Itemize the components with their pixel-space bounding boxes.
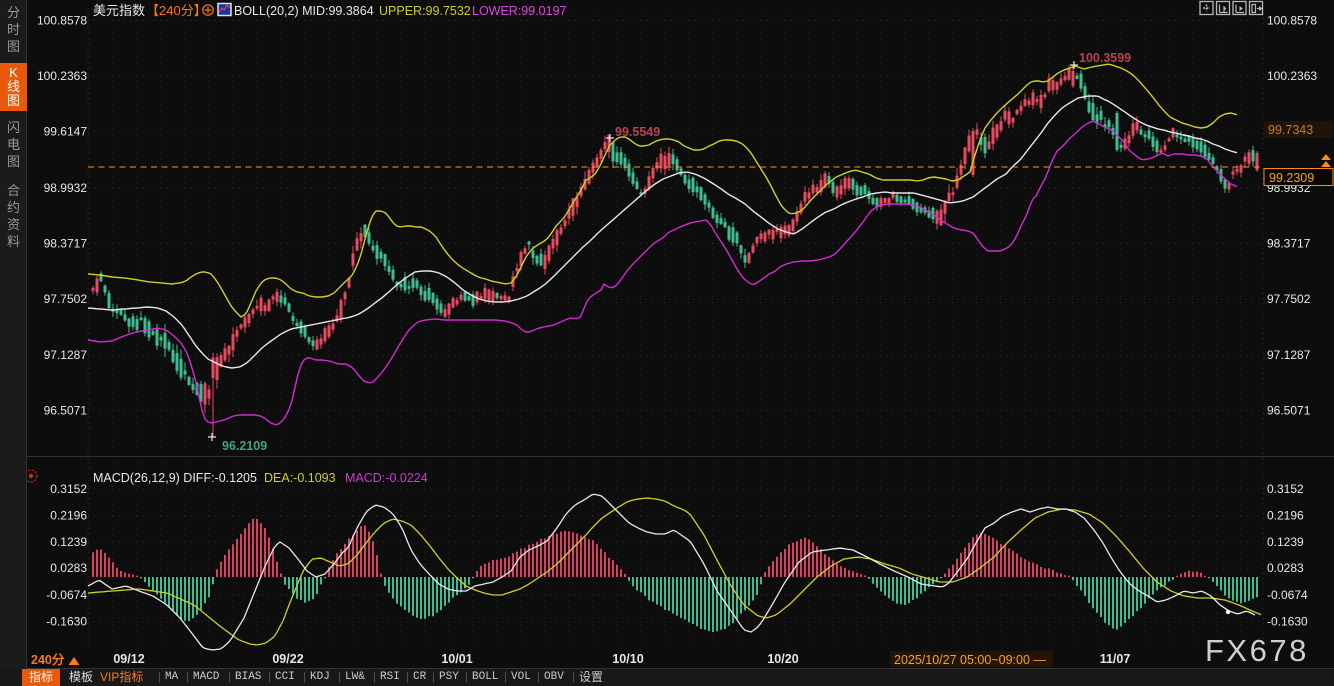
svg-text:10/01: 10/01 [441,652,472,666]
svg-text:100.2363: 100.2363 [1267,69,1317,83]
svg-text:-0.1630: -0.1630 [46,615,87,629]
svg-text:11/07: 11/07 [1100,652,1131,666]
svg-text:10/10: 10/10 [612,652,643,666]
svg-text:LOWER:99.0197: LOWER:99.0197 [472,4,567,18]
svg-text:0.2196: 0.2196 [50,509,87,523]
svg-text:96.2109: 96.2109 [222,439,267,453]
svg-text:100.2363: 100.2363 [37,69,87,83]
svg-text:0.1239: 0.1239 [1267,535,1304,549]
svg-text:96.5071: 96.5071 [1267,404,1311,418]
svg-text:0.1239: 0.1239 [50,535,87,549]
svg-text:98.3717: 98.3717 [1267,237,1311,251]
svg-text:100.8578: 100.8578 [37,14,87,28]
svg-text:-0.0674: -0.0674 [46,588,87,602]
svg-text:99.7343: 99.7343 [1268,123,1313,137]
svg-text:240分: 240分 [31,652,65,667]
svg-text:MACD:-0.0224: MACD:-0.0224 [345,471,428,485]
svg-text:-0.0674: -0.0674 [1267,588,1308,602]
svg-text:BOLL(20,2) MID:99.3864: BOLL(20,2) MID:99.3864 [234,4,374,18]
svg-text:10/20: 10/20 [767,652,798,666]
svg-text:98.3717: 98.3717 [44,237,88,251]
svg-text:美元指数: 美元指数 [93,3,145,18]
svg-text:09/22: 09/22 [272,652,303,666]
svg-text:-0.1630: -0.1630 [1267,615,1308,629]
svg-text:100.3599: 100.3599 [1079,51,1131,65]
svg-text:DEA:-0.1093: DEA:-0.1093 [264,471,336,485]
svg-text:97.1287: 97.1287 [1267,348,1311,362]
svg-text:UPPER:99.7532: UPPER:99.7532 [379,4,471,18]
svg-text:0.3152: 0.3152 [50,482,87,496]
svg-text:09/12: 09/12 [113,652,144,666]
svg-text:FX678: FX678 [1205,633,1309,668]
svg-text:0.2196: 0.2196 [1267,509,1304,523]
svg-text:99.6147: 99.6147 [44,125,88,139]
svg-text:97.7502: 97.7502 [1267,292,1311,306]
svg-text:98.9932: 98.9932 [44,181,88,195]
svg-text:2025/10/27 05:00~09:00 —: 2025/10/27 05:00~09:00 — [894,653,1046,667]
svg-text:0.0283: 0.0283 [1267,561,1304,575]
svg-text:97.7502: 97.7502 [44,292,88,306]
svg-text:96.5071: 96.5071 [44,404,88,418]
svg-text:【240分】: 【240分】 [146,3,207,18]
svg-text:99.2309: 99.2309 [1269,171,1314,185]
svg-text:0.3152: 0.3152 [1267,482,1304,496]
svg-text:MACD(26,12,9) DIFF:-0.1205: MACD(26,12,9) DIFF:-0.1205 [93,471,257,485]
svg-text:97.1287: 97.1287 [44,348,88,362]
svg-text:0.0283: 0.0283 [50,561,87,575]
svg-text:99.5549: 99.5549 [615,125,660,139]
svg-text:100.8578: 100.8578 [1267,14,1317,28]
